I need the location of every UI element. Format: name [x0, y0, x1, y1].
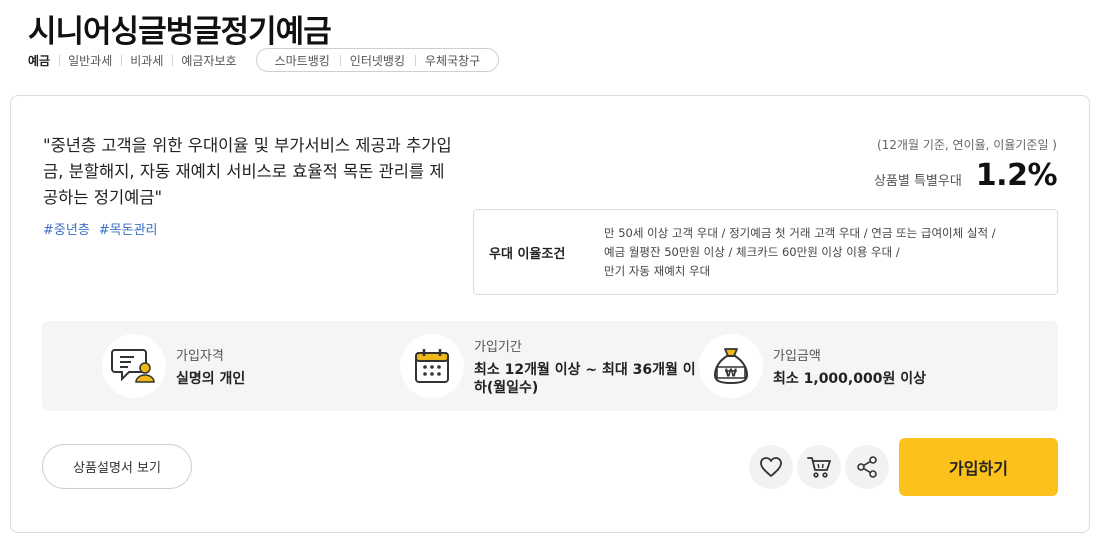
preferential-line-3: 만기 자동 재예치 우대 [604, 264, 711, 278]
preferential-conditions-title: 우대 이율조건 [489, 246, 566, 262]
info-eligibility: 가입자격 실명의 개인 [102, 334, 245, 398]
eligibility-value: 실명의 개인 [176, 370, 246, 387]
preferential-conditions-box: 우대 이율조건 만 50세 이상 고객 우대 / 정기예금 첫 거래 고객 우대… [473, 209, 1058, 295]
period-value: 최소 12개월 이상 ~ 최대 36개월 이하(월일수) [474, 361, 696, 396]
rate-value: 1.2% [975, 158, 1058, 193]
amount-label: 가입금액 [773, 348, 821, 364]
rate-row: 상품별 특별우대 1.2% [873, 158, 1058, 193]
preferential-line-2: 예금 월평잔 50만원 이상 / 체크카드 60만원 이상 이용 우대 / [604, 245, 900, 259]
channel-pill: 스마트뱅킹 인터넷뱅킹 우체국창구 [255, 48, 500, 72]
tag-deposit-protection: 예금자보호 [172, 52, 245, 69]
product-description: "중년층 고객을 위한 우대이율 및 부가서비스 제공과 추가입금, 분할해지,… [43, 136, 452, 207]
preferential-line-1: 만 50세 이상 고객 우대 / 정기예금 첫 거래 고객 우대 / 연금 또는… [604, 226, 996, 240]
share-button[interactable] [845, 445, 889, 489]
product-card: "중년층 고객을 위한 우대이율 및 부가서비스 제공과 추가입금, 분할해지,… [10, 95, 1090, 533]
tag-deposit: 예금 [28, 53, 51, 68]
add-to-cart-button[interactable] [797, 445, 841, 489]
cart-icon [807, 457, 831, 478]
tag-general-tax: 일반과세 [59, 52, 121, 69]
period-label: 가입기간 [474, 339, 522, 355]
page-title: 시니어싱글벙글정기예금 [28, 14, 332, 50]
eligibility-label: 가입자격 [176, 348, 224, 364]
product-tags: 예금 일반과세 비과세 예금자보호 스마트뱅킹 인터넷뱅킹 우체국창구 [28, 48, 500, 72]
info-amount: ₩ 가입금액 최소 1,000,000원 이상 [699, 334, 926, 398]
tag-tax-free: 비과세 [121, 52, 172, 69]
view-product-document-button[interactable]: 상품설명서 보기 [42, 444, 192, 489]
channel-internet-banking: 인터넷뱅킹 [339, 52, 415, 69]
rate-label: 상품별 특별우대 [873, 174, 962, 189]
person-document-icon [102, 334, 166, 398]
hashtag-list: #중년층 #목돈관리 [43, 219, 158, 238]
preferential-conditions-text: 만 50세 이상 고객 우대 / 정기예금 첫 거래 고객 우대 / 연금 또는… [604, 224, 1044, 281]
rate-basis-note: (12개월 기준, 연이율, 이율기준일 ) [876, 138, 1057, 152]
amount-value: 최소 1,000,000원 이상 [773, 370, 926, 387]
like-button[interactable] [749, 445, 793, 489]
hashtag-middle-aged[interactable]: #중년층 [43, 219, 90, 238]
info-period: 가입기간 최소 12개월 이상 ~ 최대 36개월 이하(월일수) [400, 334, 696, 398]
heart-icon [760, 457, 782, 477]
join-button[interactable]: 가입하기 [899, 438, 1058, 496]
money-bag-icon: ₩ [699, 334, 763, 398]
channel-post-office: 우체국창구 [415, 52, 490, 69]
calendar-icon [400, 334, 464, 398]
channel-smart-banking: 스마트뱅킹 [274, 53, 330, 68]
hashtag-lump-sum[interactable]: #목돈관리 [99, 219, 158, 238]
product-info-panel: 가입자격 실명의 개인 가입기간 최소 12개월 이상 ~ 최대 36개월 이하… [42, 321, 1058, 411]
share-icon [857, 456, 877, 478]
svg-text:₩: ₩ [725, 367, 737, 380]
